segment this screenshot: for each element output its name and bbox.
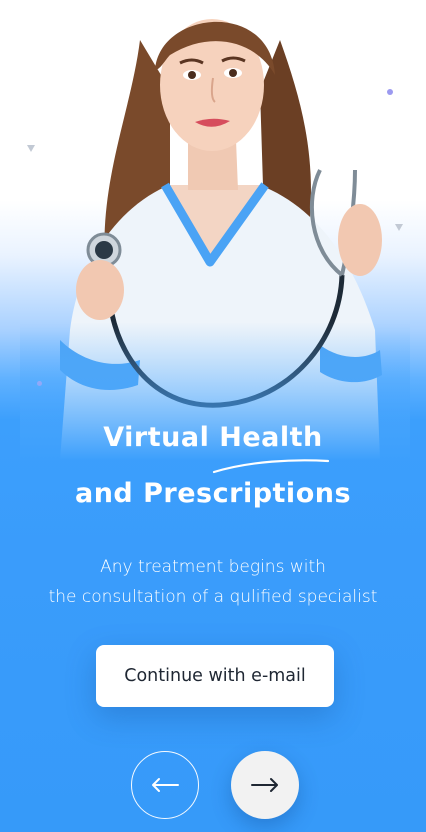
- title-underline-decoration: [212, 459, 330, 474]
- onboarding-title-line-2: and Prescriptions: [74, 478, 352, 509]
- onboarding-title-line-1: Virtual Health: [103, 422, 323, 453]
- onboarding-subtitle-line-1: Any treatment begins with: [100, 557, 326, 577]
- arrow-left-icon: [152, 778, 179, 792]
- onboarding-subtitle-line-2: the consultation of a qulified specialis…: [48, 587, 378, 607]
- previous-button[interactable]: [131, 751, 199, 819]
- continue-with-email-label: Continue with e-mail: [124, 666, 306, 686]
- doctor-illustration: [20, 0, 410, 460]
- next-button[interactable]: [231, 751, 299, 819]
- continue-with-email-button[interactable]: Continue with e-mail: [96, 645, 334, 707]
- onboarding-screen: Virtual Health and Prescriptions Any tre…: [0, 0, 426, 832]
- arrow-right-icon: [251, 778, 278, 792]
